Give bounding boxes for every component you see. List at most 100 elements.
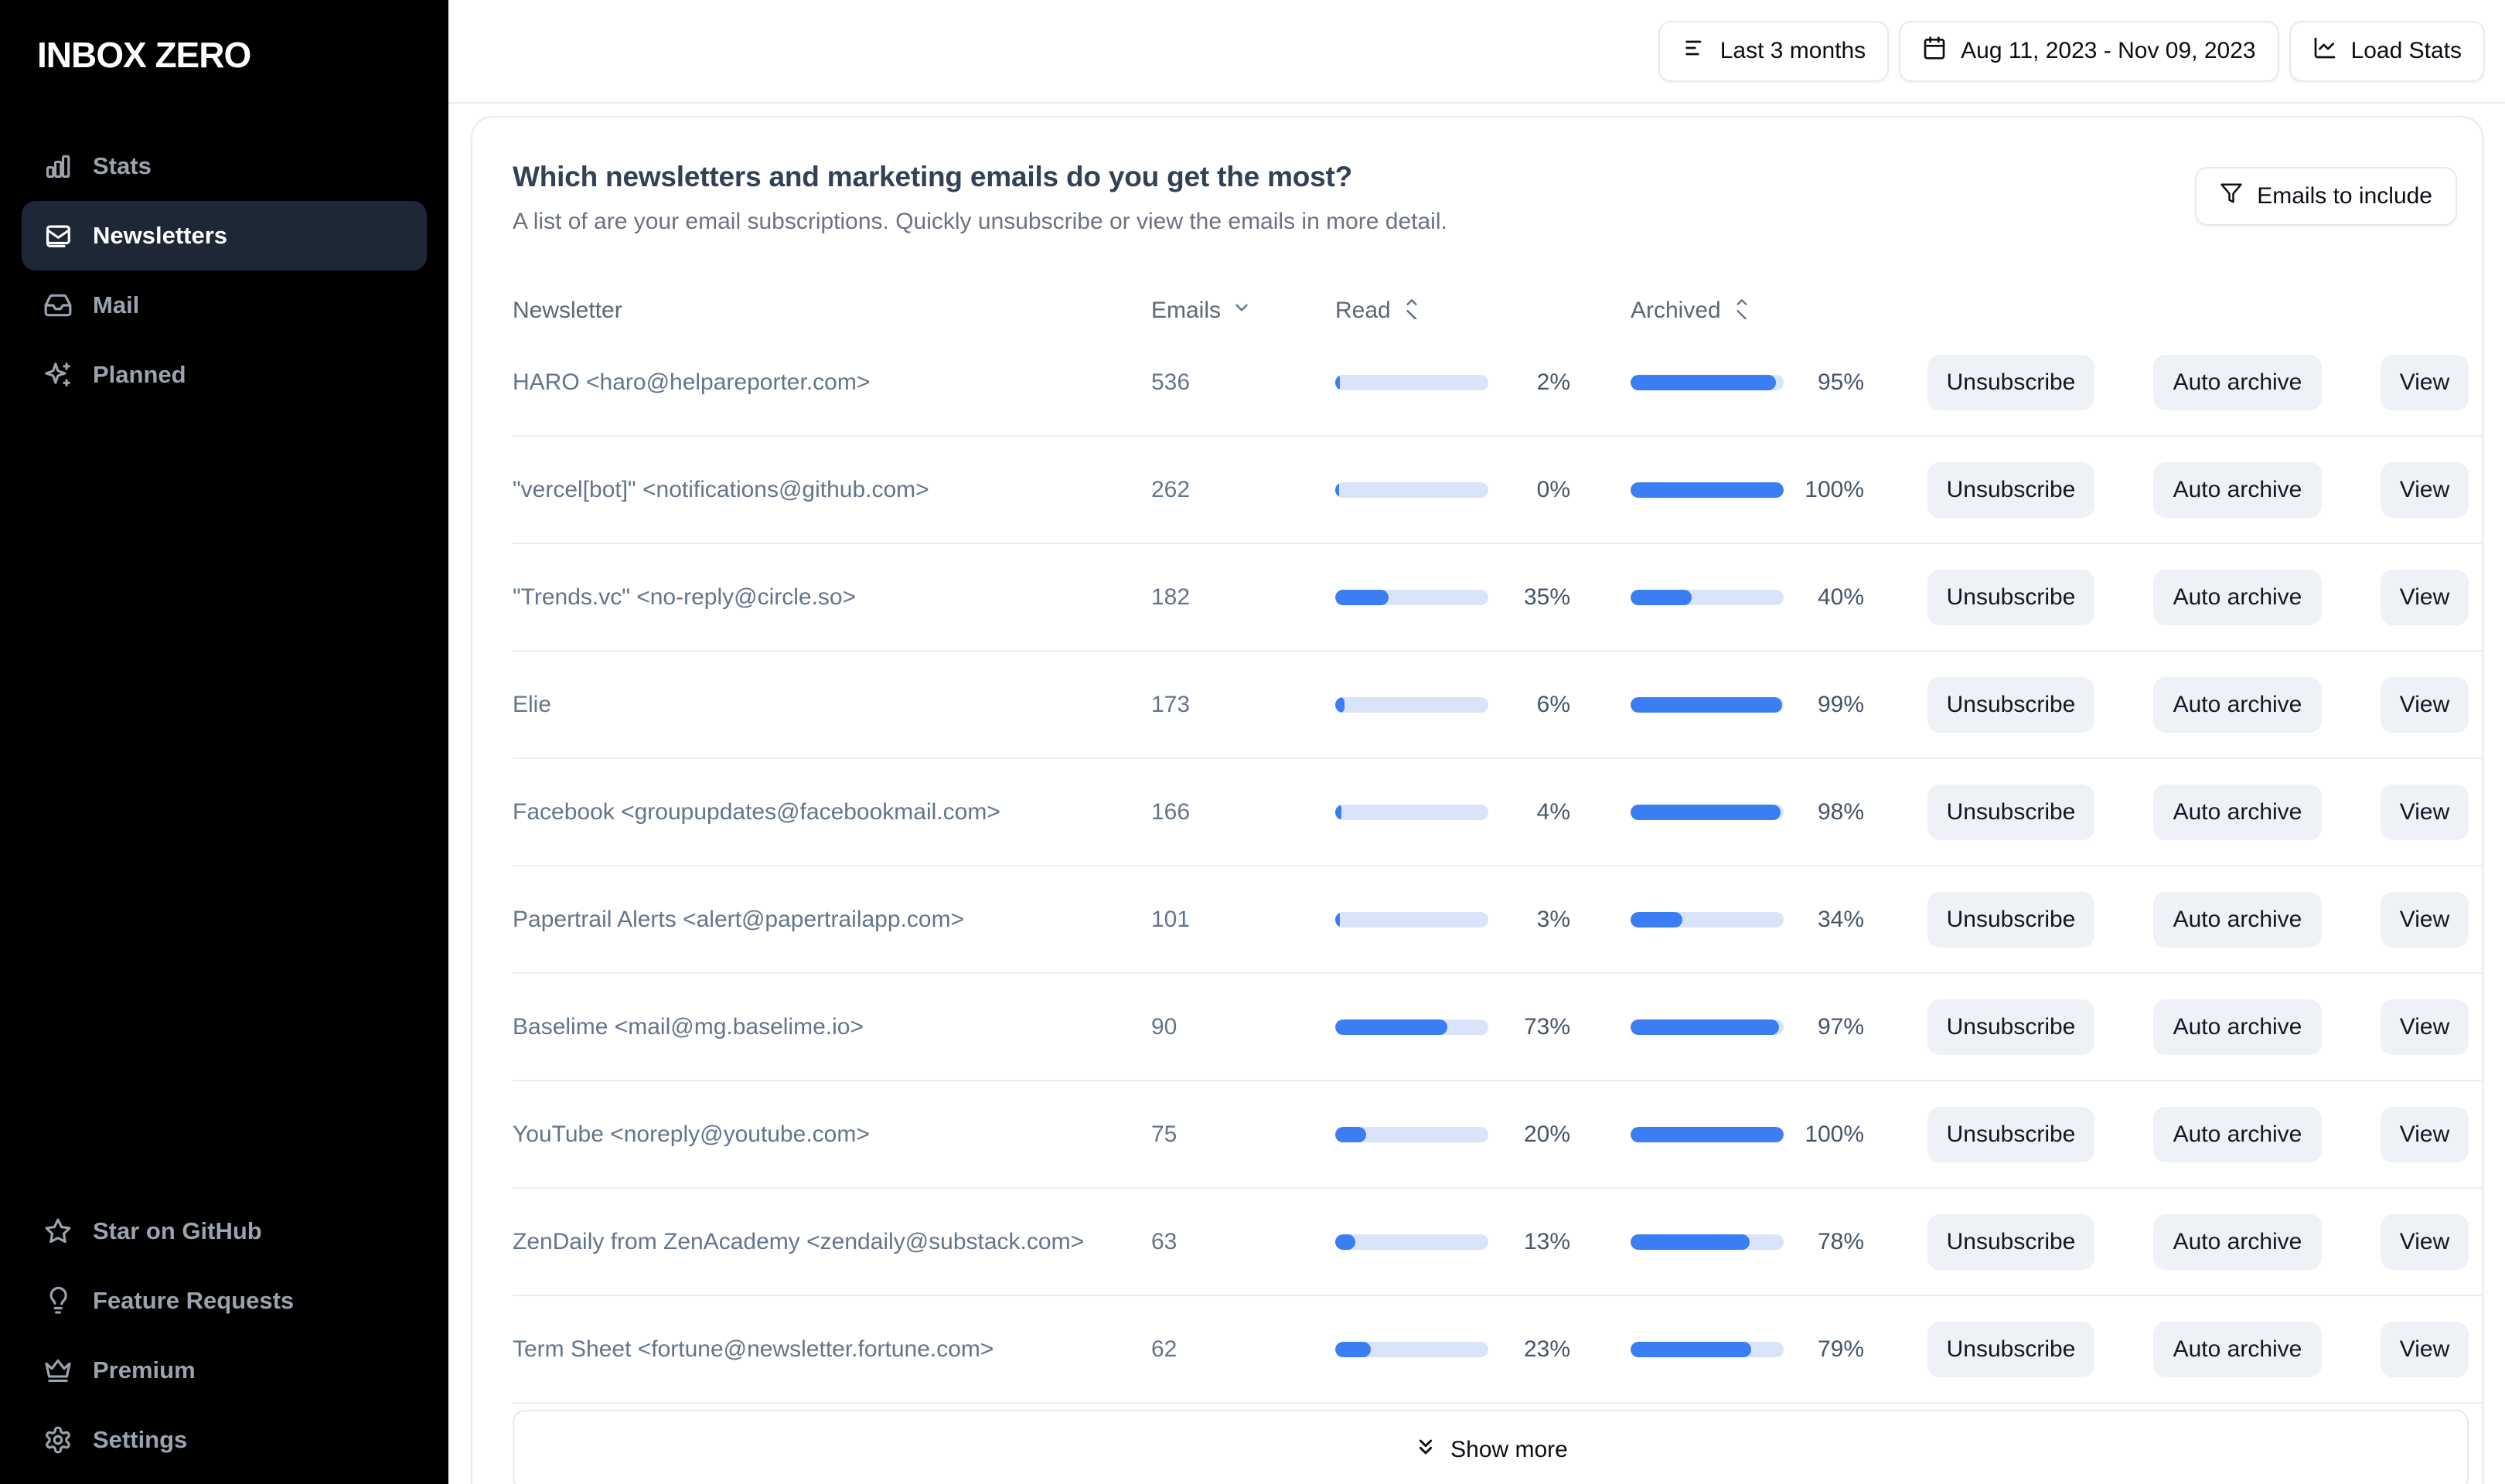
view-button[interactable]: View xyxy=(2381,676,2469,733)
unsubscribe-button[interactable]: Unsubscribe xyxy=(1927,1213,2094,1270)
view-button[interactable]: View xyxy=(2381,569,2469,625)
sidebar-nav: Stats Newsletters Mail Planned xyxy=(0,131,448,410)
read-progress-bar xyxy=(1335,482,1488,498)
archived-percent: 98% xyxy=(1817,798,1864,825)
archived-progress-bar xyxy=(1631,1234,1784,1250)
app-logo: INBOX ZERO xyxy=(37,35,251,75)
newsletter-name: "Trends.vc" <no-reply@circle.so> xyxy=(513,584,857,610)
view-button[interactable]: View xyxy=(2381,1321,2469,1377)
emails-to-include-label: Emails to include xyxy=(2257,183,2432,209)
unsubscribe-button[interactable]: Unsubscribe xyxy=(1927,891,2094,948)
table-header: Newsletter Emails Read Archived xyxy=(513,292,2482,329)
sidebar-item-feature-requests[interactable]: Feature Requests xyxy=(22,1266,427,1336)
column-header-newsletter[interactable]: Newsletter xyxy=(513,298,1151,324)
newsletter-name: Elie xyxy=(513,691,552,717)
auto-archive-button[interactable]: Auto archive xyxy=(2153,354,2322,410)
view-button[interactable]: View xyxy=(2381,999,2469,1055)
newsletter-name: Term Sheet <fortune@newsletter.fortune.c… xyxy=(513,1336,994,1362)
mail-icon xyxy=(43,221,73,250)
column-header-emails[interactable]: Emails xyxy=(1151,298,1335,324)
read-progress-bar xyxy=(1335,911,1488,928)
archived-percent: 97% xyxy=(1817,1013,1864,1040)
sidebar-item-settings[interactable]: Settings xyxy=(22,1405,427,1475)
newsletter-name: Facebook <groupupdates@facebookmail.com> xyxy=(513,798,1000,825)
read-progress-bar xyxy=(1335,374,1488,390)
date-range-preset-button[interactable]: Last 3 months xyxy=(1658,20,1890,82)
column-header-archived[interactable]: Archived xyxy=(1631,296,1864,325)
archived-progress-bar xyxy=(1631,1126,1784,1142)
column-label: Archived xyxy=(1631,298,1721,323)
table-row: Term Sheet <fortune@newsletter.fortune.c… xyxy=(513,1296,2482,1404)
date-range-picker-button[interactable]: Aug 11, 2023 - Nov 09, 2023 xyxy=(1899,20,2279,82)
unsubscribe-button[interactable]: Unsubscribe xyxy=(1927,676,2094,733)
sidebar-item-star-on-github[interactable]: Star on GitHub xyxy=(22,1196,427,1266)
auto-archive-button[interactable]: Auto archive xyxy=(2153,461,2322,518)
table-body: HARO <haro@helpareporter.com> 536 2% 95%… xyxy=(513,329,2482,1404)
show-more-button[interactable]: Show more xyxy=(513,1410,2469,1484)
load-stats-button[interactable]: Load Stats xyxy=(2289,20,2485,82)
column-label: Newsletter xyxy=(513,298,622,323)
sidebar-item-planned[interactable]: Planned xyxy=(22,340,427,410)
filter-lines-icon xyxy=(1682,36,1706,66)
archived-progress-bar xyxy=(1631,482,1784,498)
unsubscribe-button[interactable]: Unsubscribe xyxy=(1927,354,2094,410)
read-percent: 2% xyxy=(1536,369,1570,395)
emails-count: 101 xyxy=(1151,906,1191,932)
column-label: Emails xyxy=(1151,298,1222,323)
unsubscribe-button[interactable]: Unsubscribe xyxy=(1927,1321,2094,1377)
emails-count: 90 xyxy=(1151,1013,1178,1040)
newsletter-name: ZenDaily from ZenAcademy <zendaily@subst… xyxy=(513,1228,1085,1254)
auto-archive-button[interactable]: Auto archive xyxy=(2153,891,2322,948)
date-range-preset-label: Last 3 months xyxy=(1719,38,1866,63)
auto-archive-button[interactable]: Auto archive xyxy=(2153,1321,2322,1377)
unsubscribe-button[interactable]: Unsubscribe xyxy=(1927,784,2094,840)
archived-progress-bar xyxy=(1631,374,1784,390)
emails-count: 182 xyxy=(1151,584,1191,610)
auto-archive-button[interactable]: Auto archive xyxy=(2153,569,2322,625)
auto-archive-button[interactable]: Auto archive xyxy=(2153,999,2322,1055)
view-button[interactable]: View xyxy=(2381,461,2469,518)
sidebar-item-stats[interactable]: Stats xyxy=(22,131,427,201)
unsubscribe-button[interactable]: Unsubscribe xyxy=(1927,569,2094,625)
read-progress-bar xyxy=(1335,1234,1488,1250)
table-row: Elie 173 6% 99% Unsubscribe Auto archive… xyxy=(513,652,2482,759)
unsubscribe-button[interactable]: Unsubscribe xyxy=(1927,461,2094,518)
auto-archive-button[interactable]: Auto archive xyxy=(2153,784,2322,840)
panel-subtitle: A list of are your email subscriptions. … xyxy=(513,209,1447,234)
sidebar-item-premium[interactable]: Premium xyxy=(22,1336,427,1405)
date-range-label: Aug 11, 2023 - Nov 09, 2023 xyxy=(1961,38,2256,63)
newsletters-panel: Which newsletters and marketing emails d… xyxy=(471,116,2483,1484)
sidebar-item-newsletters[interactable]: Newsletters xyxy=(22,201,427,271)
auto-archive-button[interactable]: Auto archive xyxy=(2153,1106,2322,1162)
chevrons-down-icon xyxy=(1413,1435,1438,1465)
load-stats-label: Load Stats xyxy=(2350,38,2462,63)
bar-chart-icon xyxy=(43,151,73,181)
emails-count: 62 xyxy=(1151,1336,1178,1362)
sidebar-item-mail[interactable]: Mail xyxy=(22,271,427,340)
auto-archive-button[interactable]: Auto archive xyxy=(2153,676,2322,733)
funnel-icon xyxy=(2220,182,2243,211)
read-percent: 6% xyxy=(1536,691,1570,717)
column-header-read[interactable]: Read xyxy=(1335,296,1570,325)
auto-archive-button[interactable]: Auto archive xyxy=(2153,1213,2322,1270)
newsletter-name: Papertrail Alerts <alert@papertrailapp.c… xyxy=(513,906,965,932)
table-row: "Trends.vc" <no-reply@circle.so> 182 35%… xyxy=(513,544,2482,652)
emails-to-include-button[interactable]: Emails to include xyxy=(2195,167,2457,226)
lightbulb-icon xyxy=(43,1286,73,1316)
view-button[interactable]: View xyxy=(2381,891,2469,948)
read-progress-bar xyxy=(1335,1126,1488,1142)
column-label: Read xyxy=(1335,298,1391,323)
read-percent: 23% xyxy=(1523,1336,1570,1362)
sidebar-item-label: Stats xyxy=(93,152,152,179)
view-button[interactable]: View xyxy=(2381,354,2469,410)
table-row: Papertrail Alerts <alert@papertrailapp.c… xyxy=(513,866,2482,974)
archived-percent: 100% xyxy=(1805,476,1864,502)
view-button[interactable]: View xyxy=(2381,1106,2469,1162)
view-button[interactable]: View xyxy=(2381,1213,2469,1270)
unsubscribe-button[interactable]: Unsubscribe xyxy=(1927,999,2094,1055)
emails-count: 173 xyxy=(1151,691,1191,717)
table-row: Facebook <groupupdates@facebookmail.com>… xyxy=(513,759,2482,866)
view-button[interactable]: View xyxy=(2381,784,2469,840)
unsubscribe-button[interactable]: Unsubscribe xyxy=(1927,1106,2094,1162)
